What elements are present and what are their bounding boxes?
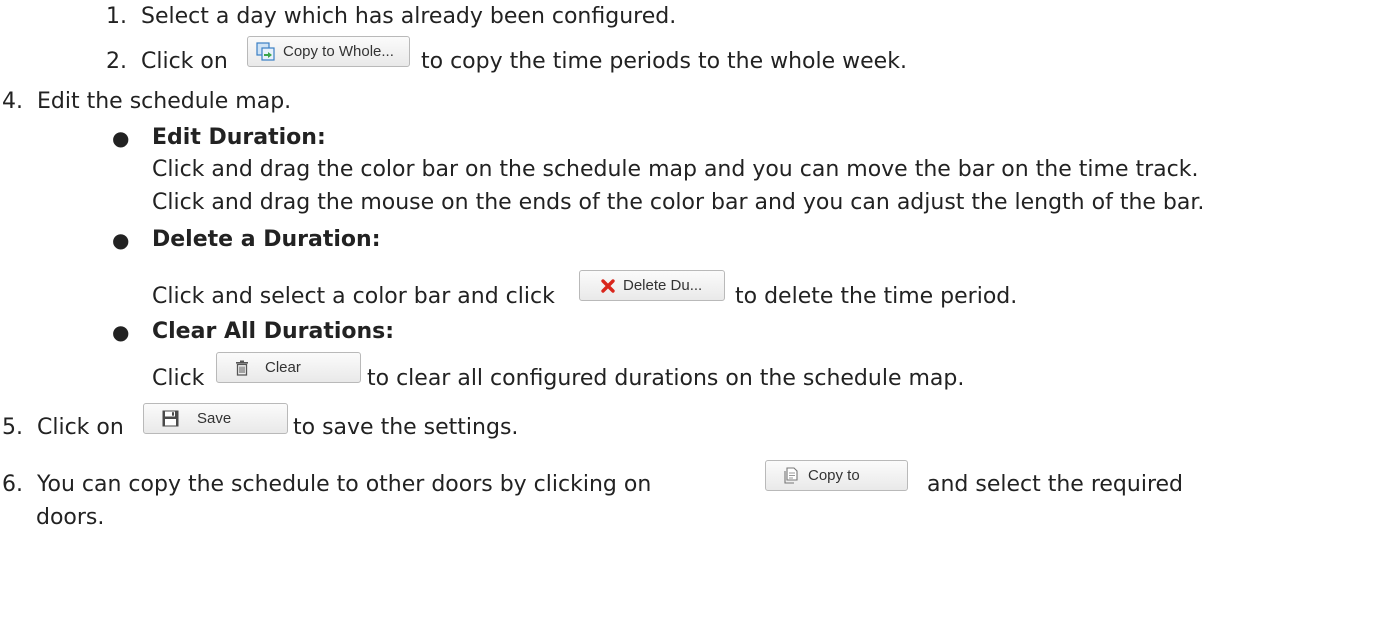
clear-durations-suffix: to clear all configured durations on the…	[367, 366, 965, 391]
clear-durations-title: Clear All Durations:	[152, 319, 395, 344]
step-6: 6. You can copy the schedule to other do…	[2, 472, 652, 497]
copy-to-whole-icon	[256, 41, 276, 62]
step-4: 4. Edit the schedule map.	[2, 89, 292, 114]
delete-duration-title: Delete a Duration:	[152, 227, 381, 252]
bullet: ●	[112, 126, 130, 150]
delete-duration-button[interactable]: Delete Du...	[579, 270, 725, 301]
trash-icon	[235, 360, 249, 376]
step-6-suffix: and select the required	[927, 472, 1184, 497]
edit-duration-title: Edit Duration:	[152, 125, 326, 150]
delete-duration-suffix: to delete the time period.	[735, 284, 1018, 309]
copy-document-icon	[784, 467, 799, 484]
step-2: 2. Click on	[106, 49, 228, 74]
bullet: ●	[112, 320, 130, 344]
clear-button[interactable]: Clear	[216, 352, 361, 383]
red-x-icon	[600, 278, 616, 294]
step-1: 1. Select a day which has already been c…	[106, 4, 677, 29]
edit-duration-line-2: Click and drag the mouse on the ends of …	[152, 190, 1205, 215]
step-2-suffix: to copy the time periods to the whole we…	[421, 49, 907, 74]
step-5-suffix: to save the settings.	[293, 415, 519, 440]
save-button[interactable]: Save	[143, 403, 288, 434]
edit-duration-line-1: Click and drag the color bar on the sche…	[152, 157, 1199, 182]
clear-durations-text: Click	[152, 366, 205, 391]
step-5: 5. Click on	[2, 415, 124, 440]
copy-to-button[interactable]: Copy to	[765, 460, 908, 491]
floppy-disk-icon	[162, 410, 179, 427]
bullet: ●	[112, 228, 130, 252]
step-6-line-2: doors.	[36, 505, 105, 530]
copy-to-whole-button[interactable]: Copy to Whole...	[247, 36, 410, 67]
delete-duration-text: Click and select a color bar and click	[152, 284, 555, 309]
